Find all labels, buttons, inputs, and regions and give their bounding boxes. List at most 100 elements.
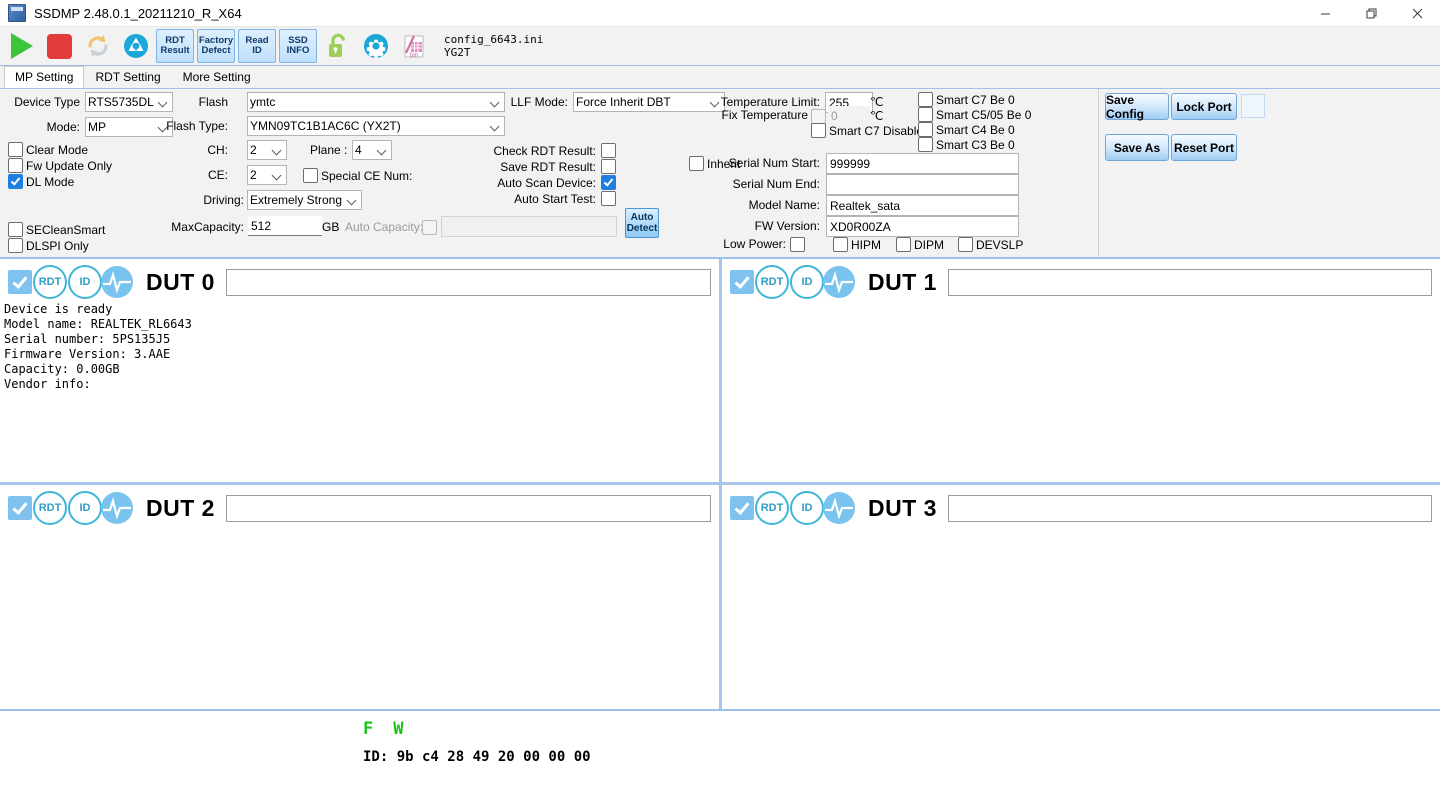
dut-header-0: RDT ID DUT 0 — [0, 259, 719, 299]
dut-input-1[interactable] — [947, 268, 1432, 296]
refresh-button[interactable] — [80, 29, 115, 63]
read-id-label-2: ID — [252, 45, 262, 56]
id-icon-3[interactable]: ID — [790, 491, 824, 525]
max-capacity-input[interactable] — [248, 216, 322, 236]
rdt-icon-2[interactable]: RDT — [33, 491, 67, 525]
dipm-checkbox[interactable]: DIPM — [896, 237, 944, 252]
driving-label: Driving: — [203, 193, 244, 207]
auto-detect-button[interactable]: Auto Detect — [625, 208, 659, 238]
driving-select-control[interactable]: Extremely Strong — [247, 190, 362, 210]
lock-port-button[interactable]: Lock Port — [1171, 93, 1237, 120]
serial-num-end-input[interactable] — [826, 174, 1019, 195]
mode-label: Mode: — [46, 120, 80, 134]
tab-more-setting[interactable]: More Setting — [171, 66, 262, 88]
dut-input-3[interactable] — [947, 494, 1432, 522]
fw-update-only-checkbox[interactable]: Fw Update Only — [8, 158, 112, 173]
llf-mode-label: LLF Mode: — [510, 95, 568, 109]
wave-icon-2[interactable] — [101, 492, 133, 524]
auto-scan-device-label: Auto Scan Device: — [497, 176, 596, 190]
rdt-icon-0[interactable]: RDT — [33, 265, 67, 299]
auto-scan-device-box[interactable] — [601, 175, 616, 190]
dut-title-2: DUT 2 — [146, 494, 215, 521]
start-button[interactable] — [4, 29, 39, 63]
dipm-box — [896, 237, 911, 252]
dut-input-2[interactable] — [225, 494, 711, 522]
id-icon-1[interactable]: ID — [790, 265, 824, 299]
save-as-button[interactable]: Save As — [1105, 134, 1169, 161]
dlspi-only-checkbox[interactable]: DLSPI Only — [8, 238, 89, 253]
temperature-limit-unit: ℃ — [870, 95, 884, 109]
wave-icon-0[interactable] — [101, 266, 133, 298]
unlock-button[interactable] — [320, 29, 355, 63]
id-icon-2[interactable]: ID — [68, 491, 102, 525]
dut-enable-checkbox-0[interactable] — [8, 270, 32, 294]
smart-c5-05-be-0-checkbox[interactable]: Smart C5/05 Be 0 — [918, 107, 1031, 122]
title-bar: SSDMP 2.48.0.1_20211210_R_X64 — [0, 0, 1440, 27]
port-status-indicator[interactable] — [1241, 94, 1265, 118]
rdt-icon-1[interactable]: RDT — [755, 265, 789, 299]
model-name-label: Model Name: — [748, 198, 820, 212]
hipm-checkbox[interactable]: HIPM — [833, 237, 881, 252]
seclean-smart-box — [8, 222, 23, 237]
hipm-label: HIPM — [851, 237, 881, 252]
read-id-button[interactable]: Read ID — [238, 29, 276, 63]
ce-select-control[interactable]: 2 — [247, 165, 287, 185]
wave-icon-3[interactable] — [823, 492, 855, 524]
ch-select-control[interactable]: 2 — [247, 140, 287, 160]
flash-type-select-control[interactable]: YMN09TC1B1AC6C (YX2T) — [247, 116, 505, 136]
minimize-button[interactable] — [1302, 0, 1348, 26]
plane-select-control[interactable]: 4 — [352, 140, 392, 160]
stop-button[interactable] — [42, 29, 77, 63]
dut-enable-checkbox-2[interactable] — [8, 496, 32, 520]
smart-c7-disable-label: Smart C7 Disable — [829, 123, 924, 138]
smart-c7-be-0-checkbox[interactable]: Smart C7 Be 0 — [918, 92, 1015, 107]
wave-icon-1[interactable] — [823, 266, 855, 298]
seclean-smart-checkbox[interactable]: SECleanSmart — [8, 222, 105, 237]
rdt-result-button[interactable]: RDT Result — [156, 29, 194, 63]
flash-label: Flash — [198, 95, 228, 109]
smart-c3-be-0-label: Smart C3 Be 0 — [936, 137, 1015, 152]
check-rdt-result-box[interactable] — [601, 143, 616, 158]
low-power-box[interactable] — [790, 237, 805, 252]
auto-capacity-box[interactable] — [422, 220, 437, 235]
save-config-button[interactable]: Save Config — [1105, 93, 1169, 121]
special-ce-num-checkbox[interactable]: Special CE Num: — [303, 168, 412, 183]
clear-mode-checkbox[interactable]: Clear Mode — [8, 142, 88, 157]
smart-c4-be-0-checkbox[interactable]: Smart C4 Be 0 — [918, 122, 1015, 137]
serial-num-end-label: Serial Num End: — [732, 177, 820, 191]
smart-c3-be-0-checkbox[interactable]: Smart C3 Be 0 — [918, 137, 1015, 152]
dut-log-1 — [722, 299, 1440, 302]
recycle-button[interactable] — [118, 29, 153, 63]
rdt-icon-3[interactable]: RDT — [755, 491, 789, 525]
reset-port-button[interactable]: Reset Port — [1171, 134, 1237, 161]
config-file-sub: YG2T — [444, 46, 471, 59]
serial-num-start-input[interactable] — [826, 153, 1019, 174]
maximize-button[interactable] — [1348, 0, 1394, 26]
ssd-info-button[interactable]: SSD INFO — [279, 29, 317, 63]
tab-mp-setting[interactable]: MP Setting — [4, 66, 85, 88]
id-icon-0[interactable]: ID — [68, 265, 102, 299]
fw-version-input[interactable] — [826, 216, 1019, 237]
smart-c7-disable-checkbox[interactable]: Smart C7 Disable — [811, 123, 923, 138]
bin-file-icon: bin — [404, 35, 423, 59]
bin-file-button[interactable]: bin — [396, 29, 431, 63]
f-status-label: F — [363, 719, 394, 739]
dut-input-0[interactable] — [225, 268, 711, 296]
tab-rdt-setting[interactable]: RDT Setting — [84, 66, 172, 88]
dut-enable-checkbox-3[interactable] — [730, 496, 754, 520]
close-button[interactable] — [1394, 0, 1440, 26]
dut-log-2 — [0, 525, 719, 528]
fix-temperature-box[interactable] — [811, 109, 826, 124]
settings-button[interactable] — [358, 29, 393, 63]
model-name-input[interactable] — [826, 195, 1019, 216]
save-rdt-result-label: Save RDT Result: — [500, 160, 596, 174]
dut-enable-checkbox-1[interactable] — [730, 270, 754, 294]
factory-defect-button[interactable]: Factory Defect — [197, 29, 235, 63]
fw-status-row: FW — [363, 719, 424, 739]
dl-mode-checkbox[interactable]: DL Mode — [8, 174, 74, 189]
devslp-checkbox[interactable]: DEVSLP — [958, 237, 1023, 252]
auto-start-test-box[interactable] — [601, 191, 616, 206]
save-rdt-result-box[interactable] — [601, 159, 616, 174]
dut-header-2: RDT ID DUT 2 — [0, 485, 719, 525]
flash-select-control[interactable]: ymtc — [247, 92, 505, 112]
